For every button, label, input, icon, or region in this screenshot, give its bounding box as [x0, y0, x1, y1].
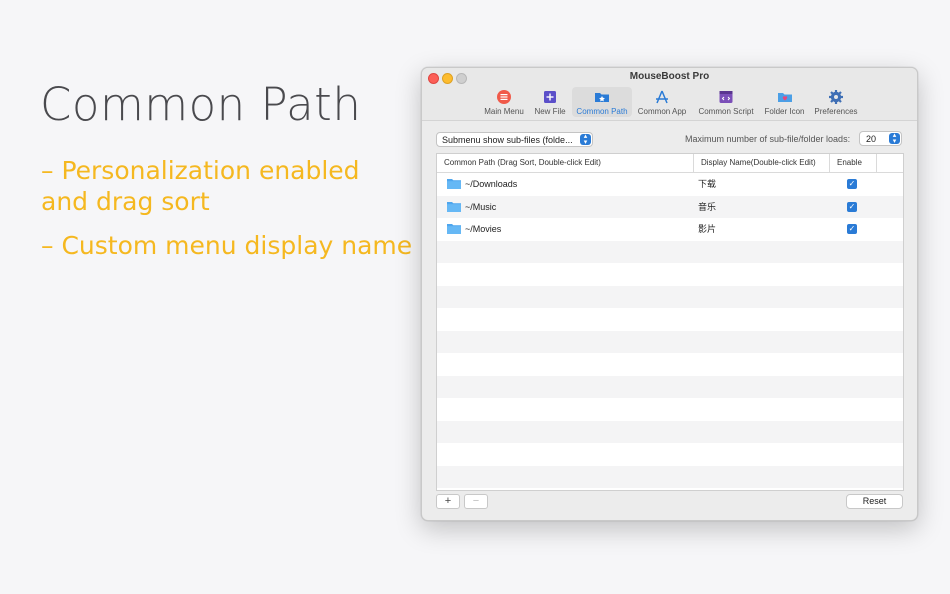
submenu-select[interactable]: Submenu show sub-files (folde... ▴ ▾	[436, 132, 593, 147]
max-loads-label: Maximum number of sub-file/folder loads:	[685, 134, 851, 144]
folder-icon	[447, 224, 461, 234]
common-app-icon	[656, 90, 668, 104]
submenu-select-value: Submenu show sub-files (folde...	[442, 135, 573, 145]
empty-row	[437, 375, 903, 398]
tab-label: Folder Icon	[764, 107, 805, 116]
gear-icon	[829, 90, 843, 104]
common-path-table: Common Path (Drag Sort, Double-click Edi…	[436, 153, 904, 491]
chevron-updown-icon: ▴ ▾	[580, 133, 591, 146]
enable-checkbox[interactable]: ✓	[847, 201, 857, 212]
tab-common-app[interactable]: Common App	[635, 87, 689, 117]
empty-row	[437, 330, 903, 353]
reset-button[interactable]: Reset	[846, 494, 903, 509]
common-script-icon	[719, 91, 733, 103]
add-path-button[interactable]: +	[436, 494, 460, 509]
display-name-cell: 影片	[698, 224, 717, 234]
path-cell: ~/Movies	[465, 224, 502, 234]
empty-row	[437, 263, 903, 286]
bullet-display-name: – Custom menu display name	[41, 231, 413, 260]
bullet-line: – Personalization enabled	[41, 156, 360, 185]
tab-common-path[interactable]: Common Path	[572, 87, 632, 117]
table-header: Common Path (Drag Sort, Double-click Edi…	[437, 154, 903, 173]
empty-row	[437, 353, 903, 376]
empty-row	[437, 308, 903, 331]
folder-icon	[447, 179, 461, 189]
table-row[interactable]: ~/Movies 影片 ✓	[437, 218, 903, 241]
empty-row	[437, 420, 903, 443]
empty-row	[437, 240, 903, 263]
common-path-icon	[595, 93, 609, 102]
folder-icon	[447, 201, 461, 212]
chevron-updown-icon: ▴ ▾	[889, 132, 900, 145]
empty-row	[437, 443, 903, 466]
column-header-enable[interactable]: Enable	[829, 154, 876, 172]
tab-common-script[interactable]: Common Script	[694, 87, 758, 117]
column-header-path[interactable]: Common Path (Drag Sort, Double-click Edi…	[437, 154, 693, 172]
column-header-empty	[876, 154, 903, 172]
new-file-icon	[544, 91, 556, 103]
app-window: MouseBoost Pro Main Menu New File Common…	[421, 67, 918, 521]
tab-main-menu[interactable]: Main Menu	[480, 87, 528, 117]
enable-checkbox[interactable]: ✓	[847, 224, 857, 234]
column-header-display-name[interactable]: Display Name(Double-click Edit)	[693, 154, 829, 172]
titlebar: MouseBoost Pro Main Menu New File Common…	[422, 68, 917, 121]
tab-label: Preferences	[814, 107, 858, 116]
folder-icon-icon	[777, 93, 792, 102]
main-menu-icon	[497, 90, 511, 104]
max-loads-value: 20	[866, 134, 877, 144]
bullet-line: and drag sort	[41, 187, 210, 216]
hero-title: Common Path	[40, 78, 362, 131]
table-row[interactable]: ~/Music 音乐 ✓	[437, 195, 903, 218]
bullet-personalization: – Personalization enabled and drag sort	[41, 155, 360, 217]
tab-folder-icon[interactable]: Folder Icon	[762, 87, 807, 117]
tab-label: Common Script	[698, 107, 754, 116]
enable-checkbox[interactable]: ✓	[847, 179, 857, 189]
path-cell: ~/Downloads	[465, 179, 518, 189]
display-name-cell: 下载	[698, 179, 717, 189]
max-loads-select[interactable]: 20 ▴ ▾	[859, 131, 902, 146]
empty-row	[437, 465, 903, 488]
tab-preferences[interactable]: Preferences	[812, 87, 860, 117]
tab-label: New File	[534, 107, 566, 116]
empty-row	[437, 285, 903, 308]
tab-new-file[interactable]: New File	[530, 87, 570, 117]
window-title: MouseBoost Pro	[629, 71, 710, 82]
tab-label: Main Menu	[484, 107, 524, 116]
path-cell: ~/Music	[465, 201, 497, 212]
remove-path-button[interactable]: −	[464, 494, 488, 509]
tab-label: Common Path	[576, 107, 628, 116]
display-name-cell: 音乐	[698, 201, 717, 212]
empty-row	[437, 398, 903, 421]
tab-label: Common App	[637, 107, 687, 116]
table-row[interactable]: ~/Downloads 下载 ✓	[437, 173, 903, 196]
